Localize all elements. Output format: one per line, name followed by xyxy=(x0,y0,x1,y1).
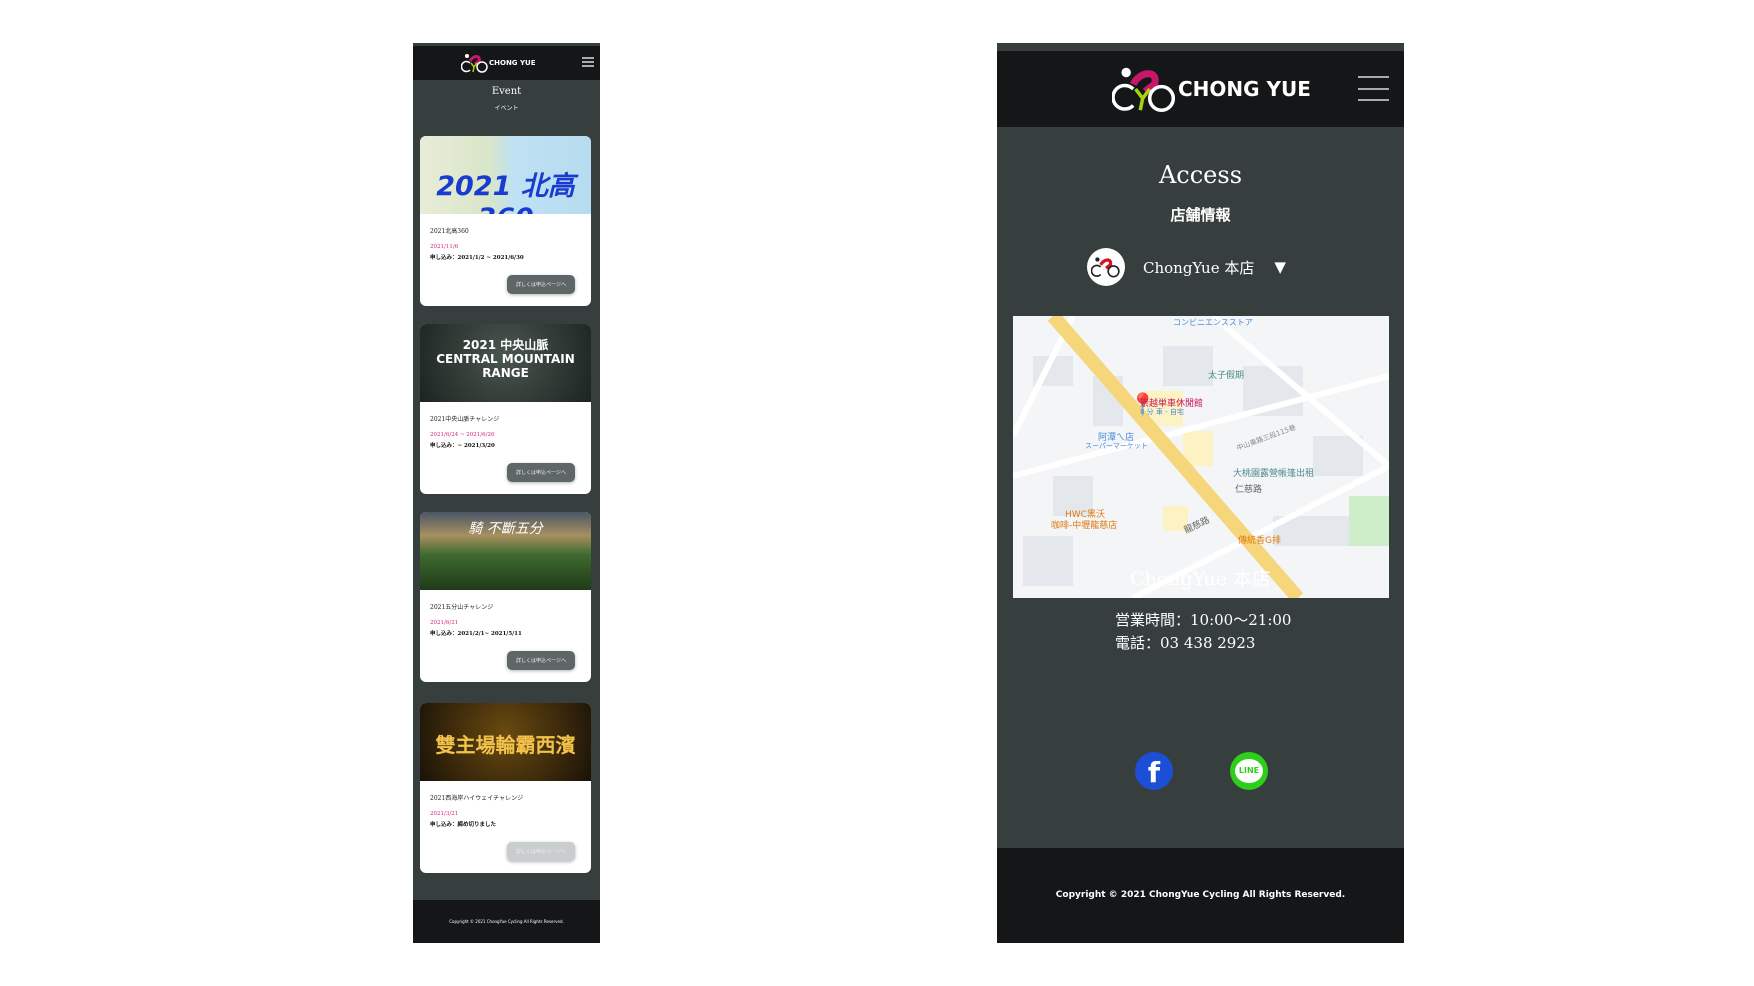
store-logo-icon xyxy=(1087,248,1125,286)
cyclist-logo-icon xyxy=(461,54,488,73)
event-title: 2021北高360 xyxy=(430,228,469,235)
map-label: 傳統香G排 xyxy=(1238,536,1281,546)
event-date: 2021/6/21 xyxy=(430,620,459,626)
store-select-value: ChongYue 本店 xyxy=(1143,258,1255,277)
map-roads xyxy=(1013,316,1389,598)
event-detail-button-disabled: 詳しくは申込ページへ xyxy=(507,842,575,861)
event-card: 2021 中央山脈 CENTRAL MOUNTAIN RANGE 2021中央山… xyxy=(420,324,591,494)
logo[interactable]: CHONG YUE xyxy=(461,53,536,73)
map-label: 仁慈路 xyxy=(1235,485,1263,495)
events-phone-screen: CHONG YUE Event イベント 2021 北高360 2021北高36… xyxy=(413,43,600,943)
event-apply-period: 申し込み：2021/2/1~ 2021/5/11 xyxy=(430,631,522,637)
event-card: 騎 不斷五分 2021五分山チャレンジ 2021/6/21 申し込み：2021/… xyxy=(420,512,591,682)
menu-icon[interactable] xyxy=(582,57,594,67)
footer-copyright: Copyright © 2021 ChongYue Cycling All Ri… xyxy=(997,848,1404,943)
page-title: Access xyxy=(1158,161,1243,189)
event-detail-button[interactable]: 詳しくは申込ページへ xyxy=(507,651,575,670)
line-icon[interactable]: LINE xyxy=(1230,752,1268,790)
header: CHONG YUE xyxy=(997,51,1404,127)
access-phone-screen: CHONG YUE Access 店舗情報 ChongYue 本店 ▼ 📍 崇越… xyxy=(997,43,1404,943)
cyclist-logo-icon xyxy=(1112,67,1176,112)
map-label: 太子假期 xyxy=(1208,371,1245,381)
logo[interactable]: CHONG YUE xyxy=(1112,64,1311,114)
store-hours: 営業時間：10:00～21:00 xyxy=(1115,611,1292,629)
event-date: 2021/3/21 xyxy=(430,811,459,817)
footer-copyright: Copyright © 2021 ChongYue Cycling All Ri… xyxy=(413,900,600,943)
event-date: 2021/6/24 ~ 2021/6/26 xyxy=(430,432,495,438)
store-name: ChongYue 本店 xyxy=(1129,568,1272,590)
event-detail-button[interactable]: 詳しくは申込ページへ xyxy=(507,463,575,482)
event-apply-period: 申し込み：締め切りました xyxy=(430,822,497,828)
facebook-icon[interactable]: f xyxy=(1135,752,1173,790)
line-label: LINE xyxy=(1235,759,1263,783)
store-info: 営業時間：10:00～21:00 電話：03 438 2923 xyxy=(1115,609,1291,655)
event-banner: 2021 北高360 xyxy=(420,136,591,214)
event-title: 2021西海岸ハイウェイチャレンジ xyxy=(430,795,524,802)
event-apply-period: 申し込み：2021/1/2 ~ 2021/6/30 xyxy=(430,255,524,261)
dropdown-triangle-icon: ▼ xyxy=(1274,258,1286,276)
store-select[interactable]: ChongYue 本店 ▼ xyxy=(1087,248,1286,286)
event-card: 雙主場輪霸西濱 2021西海岸ハイウェイチャレンジ 2021/3/21 申し込み… xyxy=(420,703,591,873)
page-title: Event xyxy=(491,86,522,97)
store-map[interactable]: 📍 崇越単車休閒館 8 分 車 - 自宅 コンビニエンスストア 太子假期 阿潭ㄟ… xyxy=(1013,316,1389,598)
event-card: 2021 北高360 2021北高360 2021/11/6 申し込み：2021… xyxy=(420,136,591,306)
event-title: 2021五分山チャレンジ xyxy=(430,604,494,611)
brand-name: CHONG YUE xyxy=(489,59,536,67)
menu-icon[interactable] xyxy=(1358,76,1389,101)
map-label: 咖啡-中壢龍慈店 xyxy=(1051,521,1118,531)
event-banner: 2021 中央山脈 CENTRAL MOUNTAIN RANGE xyxy=(420,324,591,402)
event-banner: 騎 不斷五分 xyxy=(420,512,591,590)
map-label: スーパーマーケット xyxy=(1085,442,1148,450)
event-apply-period: 申し込み：~ 2021/3/20 xyxy=(430,443,495,449)
event-date: 2021/11/6 xyxy=(430,244,459,250)
event-title: 2021中央山脈チャレンジ xyxy=(430,416,500,423)
event-banner: 雙主場輪霸西濱 xyxy=(420,703,591,781)
map-label: コンビニエンスストア xyxy=(1173,318,1253,327)
event-detail-button[interactable]: 詳しくは申込ページへ xyxy=(507,275,575,294)
store-phone: 電話：03 438 2923 xyxy=(1115,634,1256,652)
map-label: 8 分 車 - 自宅 xyxy=(1140,408,1184,416)
page-subtitle: 店舗情報 xyxy=(1170,206,1231,224)
header: CHONG YUE xyxy=(413,46,600,80)
page-subtitle: イベント xyxy=(494,105,519,112)
map-label: 大桃園露營帳篷出租 xyxy=(1233,469,1315,479)
brand-name: CHONG YUE xyxy=(1178,77,1311,101)
